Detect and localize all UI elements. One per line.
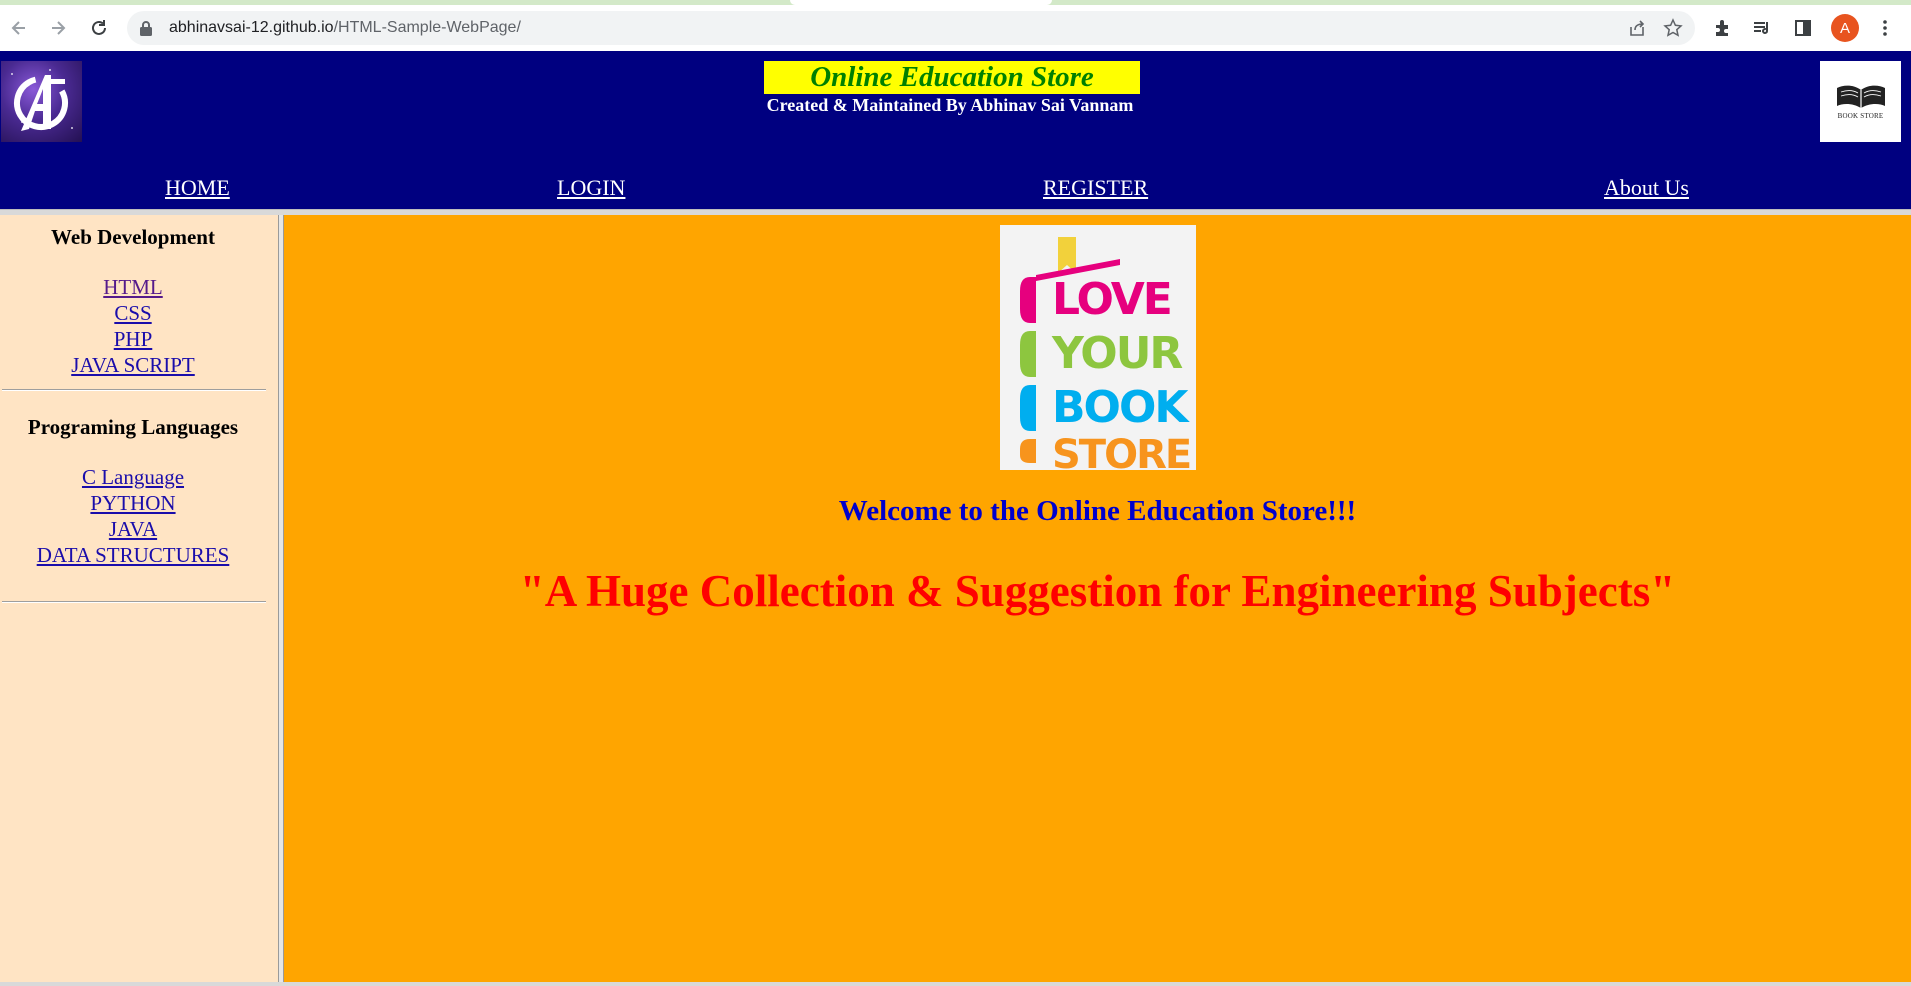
sidebar-link-php[interactable]: PHP [0,327,266,352]
forward-button[interactable] [43,13,73,43]
bottom-frame-border [0,982,1911,986]
site-header: Online Education Store Created & Maintai… [0,51,1911,209]
sidebar-link-java[interactable]: JAVA [0,517,266,542]
main-content: LOVE YOUR BOOK STORE Welcome to the Onli… [284,215,1911,982]
open-book-icon [1836,85,1885,108]
nav-about-us[interactable]: About Us [1604,175,1689,201]
logo-wordmark: LOVE YOUR BOOK STORE [1052,273,1192,475]
side-panel-icon [1795,20,1811,36]
reading-list-icon [1754,22,1769,34]
sidebar-link-data-structures[interactable]: DATA STRUCTURES [0,543,266,568]
side-panel-button[interactable] [1788,13,1818,43]
spine-pink [1020,277,1036,323]
spine-green [1020,331,1036,377]
back-icon [11,21,25,35]
lock-icon[interactable] [139,20,153,36]
spine-blue [1020,385,1036,431]
sidebar: Web Development HTML CSS PHP JAVA SCRIPT… [0,215,278,982]
sidebar-link-python[interactable]: PYTHON [0,491,266,516]
sidebar-link-css[interactable]: CSS [0,301,266,326]
site-title: Online Education Store [764,61,1140,94]
menu-icon [1883,20,1887,36]
sidebar-heading-programing-languages: Programing Languages [27,415,239,439]
tagline-heading: "A Huge Collection & Suggestion for Engi… [519,566,1676,616]
nav-login[interactable]: LOGIN [557,175,625,201]
bookmark-shape [1058,237,1076,273]
site-subtitle: Created & Maintained By Abhinav Sai Vann… [0,95,1900,116]
sidebar-divider [2,601,266,603]
sidebar-link-html[interactable]: HTML [0,275,266,300]
sidebar-link-c-language[interactable]: C Language [0,465,266,490]
profile-avatar[interactable]: A [1831,14,1859,42]
nav-register[interactable]: REGISTER [1043,175,1148,201]
address-bar[interactable]: abhinavsai-12.github.io/HTML-Sample-WebP… [127,11,1695,45]
browser-menu-button[interactable] [1870,13,1900,43]
share-icon[interactable] [1627,18,1647,38]
logo-word-store: STORE [1052,432,1192,478]
main-nav: HOME LOGIN REGISTER About Us [0,175,1911,205]
book-store-logo-caption: BOOK STORE [1837,111,1884,120]
sidebar-link-javascript[interactable]: JAVA SCRIPT [0,353,266,378]
reload-icon [92,20,106,35]
reading-list-button[interactable] [1747,13,1777,43]
star-icon[interactable] [1663,18,1683,38]
book-store-logo: BOOK STORE [1820,61,1901,142]
sidebar-divider [2,389,266,391]
extensions-button[interactable] [1708,13,1738,43]
spine-orange [1020,439,1036,463]
url-path: /HTML-Sample-WebPage/ [333,19,521,36]
extensions-icon [1716,20,1728,36]
welcome-heading: Welcome to the Online Education Store!!! [838,495,1357,527]
logo-word-your: YOUR [1052,328,1183,379]
logo-word-book: BOOK [1052,382,1188,433]
sidebar-heading-web-development: Web Development [51,225,215,249]
love-your-book-store-logo: LOVE YOUR BOOK STORE [1000,225,1196,475]
logo-word-love: LOVE [1052,274,1173,325]
reload-button[interactable] [84,13,114,43]
back-button[interactable] [4,13,34,43]
nav-home[interactable]: HOME [165,175,230,201]
subtitle-text: Created & Maintained By Abhinav Sai Vann… [766,95,1134,115]
url-text[interactable]: abhinavsai-12.github.io/HTML-Sample-WebP… [169,11,521,45]
browser-toolbar: abhinavsai-12.github.io/HTML-Sample-WebP… [0,5,1911,51]
url-host: abhinavsai-12.github.io [169,19,334,36]
forward-icon [52,21,66,35]
